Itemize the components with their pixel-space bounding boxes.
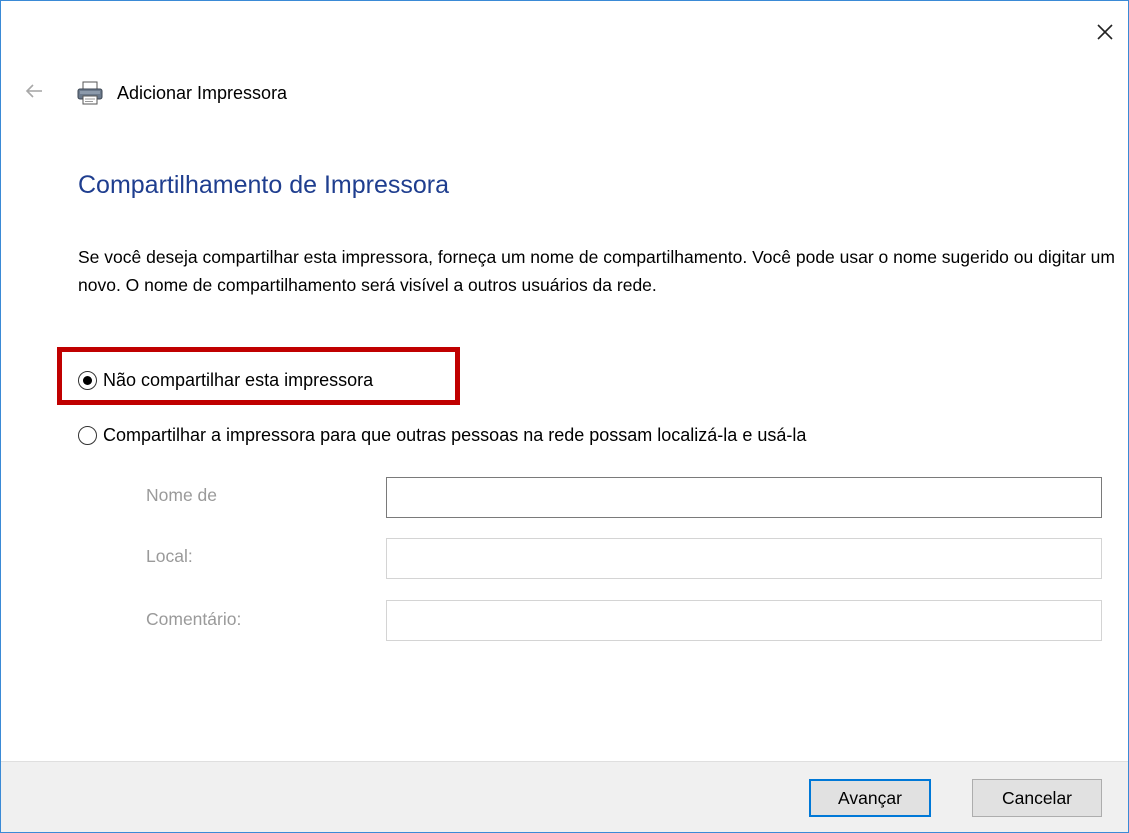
radio-do-not-share-label: Não compartilhar esta impressora	[103, 370, 374, 390]
close-button[interactable]	[1090, 17, 1120, 47]
radio-share[interactable]: Compartilhar a impressora para que outra…	[78, 425, 806, 446]
add-printer-dialog: Adicionar Impressora Compartilhamento de…	[0, 0, 1129, 833]
back-button[interactable]	[23, 79, 47, 103]
radio-checked-icon[interactable]	[78, 371, 97, 390]
window-title: Adicionar Impressora	[117, 83, 288, 103]
comment-label: Comentário:	[146, 609, 242, 629]
comment-input[interactable]	[386, 600, 1102, 641]
close-icon	[1097, 24, 1113, 40]
share-name-label: Nome de	[146, 485, 218, 505]
radio-do-not-share[interactable]: Não compartilhar esta impressora	[78, 370, 373, 391]
printer-icon	[76, 81, 104, 105]
radio-unchecked-icon[interactable]	[78, 426, 97, 445]
radio-share-label: Compartilhar a impressora para que outra…	[103, 425, 807, 445]
description-text: Se você deseja compartilhar esta impress…	[78, 247, 1115, 295]
share-name-input[interactable]	[386, 477, 1102, 518]
location-label: Local:	[146, 546, 193, 566]
location-input[interactable]	[386, 538, 1102, 579]
back-arrow-icon	[25, 84, 42, 98]
cancel-button[interactable]: Cancelar	[972, 779, 1102, 817]
dialog-footer: Avançar Cancelar	[1, 761, 1128, 832]
next-button[interactable]: Avançar	[809, 779, 931, 817]
page-title: Compartilhamento de Impressora	[78, 171, 449, 199]
